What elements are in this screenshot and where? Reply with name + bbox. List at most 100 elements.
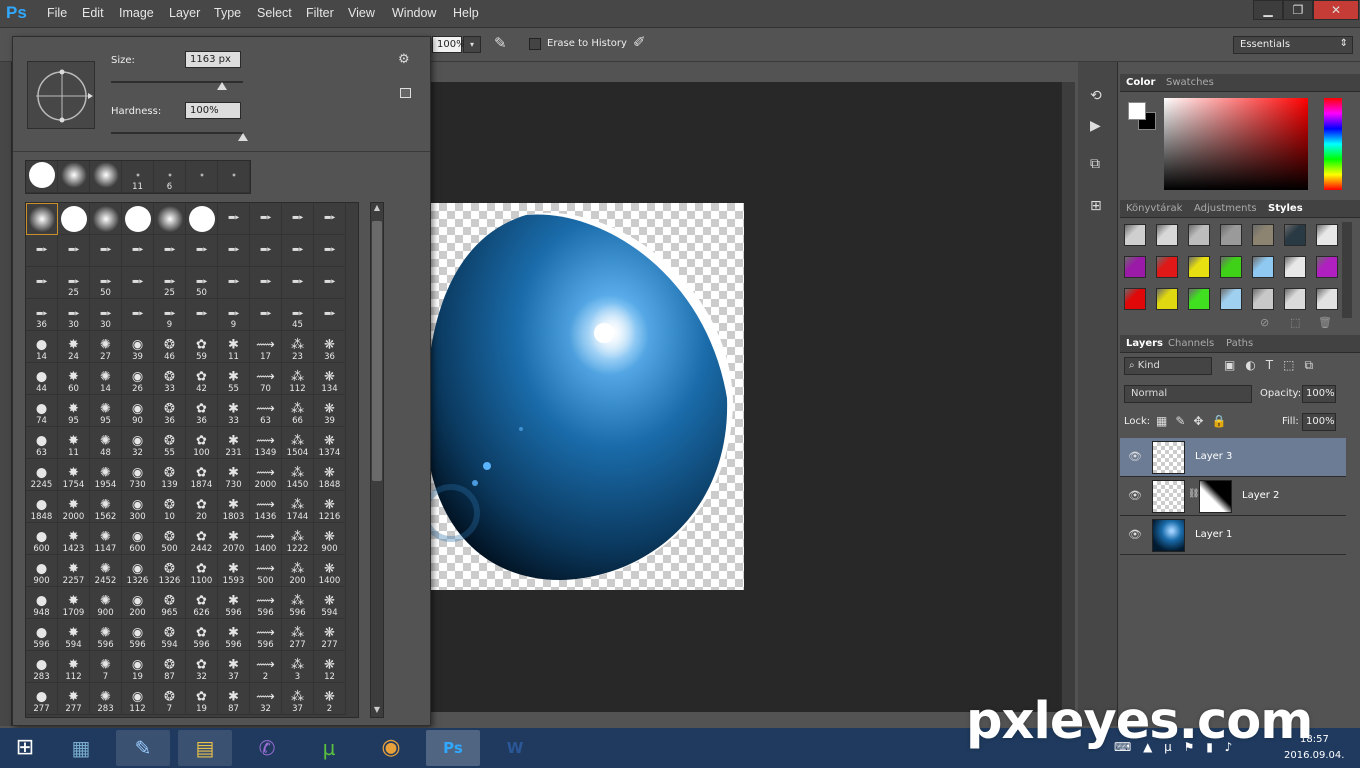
minimize-button[interactable]: ▁ bbox=[1253, 0, 1283, 20]
brush-preset[interactable]: ◉ 39 bbox=[122, 331, 154, 363]
style-swatch[interactable] bbox=[1156, 256, 1178, 278]
brush-preset[interactable]: ▬▸ 45 bbox=[282, 299, 314, 331]
recent-brush[interactable] bbox=[218, 161, 250, 193]
hue-slider[interactable] bbox=[1324, 98, 1342, 190]
brush-preset[interactable] bbox=[26, 203, 58, 235]
brush-preset[interactable]: ✱ 596 bbox=[218, 587, 250, 619]
brush-preset[interactable]: ✱ 11 bbox=[218, 331, 250, 363]
zoom-field[interactable]: 100% bbox=[432, 36, 466, 53]
restore-button[interactable]: ❐ bbox=[1283, 0, 1313, 20]
recent-brush[interactable]: 6 bbox=[154, 161, 186, 193]
brush-preset[interactable]: ✸ 277 bbox=[58, 683, 90, 715]
brush-preset[interactable]: ✿ 1874 bbox=[186, 459, 218, 491]
menu-type[interactable]: Type bbox=[214, 6, 241, 20]
brush-preset[interactable]: ✱ 2070 bbox=[218, 523, 250, 555]
brush-preset[interactable]: ⟿ 17 bbox=[250, 331, 282, 363]
menu-edit[interactable]: Edit bbox=[82, 6, 104, 20]
recent-brush[interactable] bbox=[26, 161, 58, 193]
tab-channels[interactable]: Channels bbox=[1168, 338, 1214, 349]
brush-preset[interactable]: ✺ 1562 bbox=[90, 491, 122, 523]
brush-preset[interactable]: ▬▸ bbox=[282, 267, 314, 299]
brush-preset[interactable]: ▬▸ bbox=[250, 203, 282, 235]
mask-link-icon[interactable]: ⛓ bbox=[1188, 489, 1199, 499]
recent-brush[interactable] bbox=[58, 161, 90, 193]
start-button[interactable]: ⊞ bbox=[0, 730, 50, 766]
brush-preset[interactable]: ▬▸ bbox=[58, 235, 90, 267]
brush-preset[interactable]: ✸ 1709 bbox=[58, 587, 90, 619]
brush-preset[interactable]: ⁂ 200 bbox=[282, 555, 314, 587]
recent-brushes[interactable]: 11 6 bbox=[25, 160, 251, 194]
brush-preset[interactable]: ✸ 112 bbox=[58, 651, 90, 683]
brush-preset[interactable]: ◉ 19 bbox=[122, 651, 154, 683]
brush-preset[interactable]: ● 74 bbox=[26, 395, 58, 427]
brush-angle-preview[interactable] bbox=[27, 61, 95, 129]
style-swatch[interactable] bbox=[1316, 224, 1338, 246]
brush-preset[interactable]: ▬▸ 25 bbox=[58, 267, 90, 299]
brush-preset[interactable]: ❂ 46 bbox=[154, 331, 186, 363]
brush-preset[interactable]: ✸ 60 bbox=[58, 363, 90, 395]
brush-preset[interactable]: ❂ 36 bbox=[154, 395, 186, 427]
brush-preset[interactable]: ◉ 112 bbox=[122, 683, 154, 715]
brush-preset[interactable]: ▬▸ 30 bbox=[58, 299, 90, 331]
clock-date[interactable]: 2016.09.04. bbox=[1284, 750, 1344, 761]
style-swatch[interactable] bbox=[1124, 224, 1146, 246]
brush-preset[interactable]: ❂ 10 bbox=[154, 491, 186, 523]
brush-preset[interactable]: ▬▸ bbox=[186, 299, 218, 331]
erase-to-history-checkbox[interactable] bbox=[529, 38, 541, 50]
brush-preset[interactable]: ⁂ 277 bbox=[282, 619, 314, 651]
brush-preset[interactable]: ❋ 1848 bbox=[314, 459, 346, 491]
brush-preset[interactable]: ● 948 bbox=[26, 587, 58, 619]
brush-preset[interactable]: ✺ 27 bbox=[90, 331, 122, 363]
scroll-up-icon[interactable]: ▲ bbox=[371, 203, 383, 215]
gear-icon[interactable]: ⚙ bbox=[398, 52, 410, 67]
brush-preset[interactable]: ● 283 bbox=[26, 651, 58, 683]
layer-name[interactable]: Layer 1 bbox=[1195, 529, 1232, 540]
brush-preset[interactable]: ▬▸ 30 bbox=[90, 299, 122, 331]
brush-preset[interactable]: ◉ 300 bbox=[122, 491, 154, 523]
brush-preset[interactable]: ✸ 95 bbox=[58, 395, 90, 427]
brush-preset[interactable]: ⁂ 112 bbox=[282, 363, 314, 395]
style-swatch[interactable] bbox=[1156, 288, 1178, 310]
color-field[interactable] bbox=[1164, 98, 1308, 190]
brush-preset[interactable]: ▬▸ bbox=[282, 203, 314, 235]
brush-preset[interactable]: ❂ 139 bbox=[154, 459, 186, 491]
brush-preset[interactable]: ⁂ 37 bbox=[282, 683, 314, 715]
tab-swatches[interactable]: Swatches bbox=[1166, 77, 1214, 88]
airbrush-icon[interactable]: ✎ bbox=[494, 34, 507, 52]
brush-preset[interactable]: ▬▸ bbox=[314, 235, 346, 267]
brush-preset[interactable]: ❋ 2 bbox=[314, 683, 346, 715]
brush-preset[interactable]: ⁂ 596 bbox=[282, 587, 314, 619]
styles-grid[interactable] bbox=[1120, 220, 1344, 318]
visibility-eye-icon[interactable]: 👁 bbox=[1128, 489, 1142, 502]
size-input[interactable]: 1163 px bbox=[185, 51, 241, 68]
tab-color[interactable]: Color bbox=[1126, 77, 1155, 88]
brush-preset[interactable]: ❋ 36 bbox=[314, 331, 346, 363]
brush-preset[interactable]: ❂ 87 bbox=[154, 651, 186, 683]
scroll-down-icon[interactable]: ▼ bbox=[371, 705, 383, 717]
recent-brush[interactable] bbox=[90, 161, 122, 193]
brush-preset[interactable]: ▬▸ bbox=[250, 267, 282, 299]
brush-preset[interactable]: ◉ 32 bbox=[122, 427, 154, 459]
brush-preset[interactable]: ✺ 7 bbox=[90, 651, 122, 683]
brush-preset[interactable]: ❋ 134 bbox=[314, 363, 346, 395]
trash-icon[interactable]: 🗑 bbox=[1318, 316, 1332, 329]
brush-preset[interactable]: ✱ 1593 bbox=[218, 555, 250, 587]
brush-preset[interactable]: ▬▸ bbox=[122, 267, 154, 299]
clear-style-icon[interactable]: ⊘ bbox=[1260, 316, 1269, 329]
brush-preset[interactable]: ▬▸ bbox=[314, 203, 346, 235]
brush-preset[interactable]: ✺ 596 bbox=[90, 619, 122, 651]
hardness-input[interactable]: 100% bbox=[185, 102, 241, 119]
layer-name[interactable]: Layer 2 bbox=[1242, 490, 1279, 501]
properties-icon[interactable]: ⧉ bbox=[1090, 156, 1100, 172]
tab-libraries[interactable]: Könyvtárak bbox=[1126, 203, 1182, 214]
brush-preset[interactable]: ◉ 200 bbox=[122, 587, 154, 619]
play-action-icon[interactable]: ▶ bbox=[1090, 118, 1101, 134]
brush-preset[interactable] bbox=[90, 203, 122, 235]
filter-icons[interactable]: ▣◐T⬚⧉ bbox=[1224, 358, 1323, 373]
brush-preset[interactable]: ✱ 37 bbox=[218, 651, 250, 683]
brush-preset[interactable]: ✸ 11 bbox=[58, 427, 90, 459]
foreground-color-swatch[interactable] bbox=[1128, 102, 1146, 120]
brush-preset[interactable]: ✿ 36 bbox=[186, 395, 218, 427]
brush-preset[interactable]: ❂ 33 bbox=[154, 363, 186, 395]
brush-preset[interactable]: ❂ 500 bbox=[154, 523, 186, 555]
